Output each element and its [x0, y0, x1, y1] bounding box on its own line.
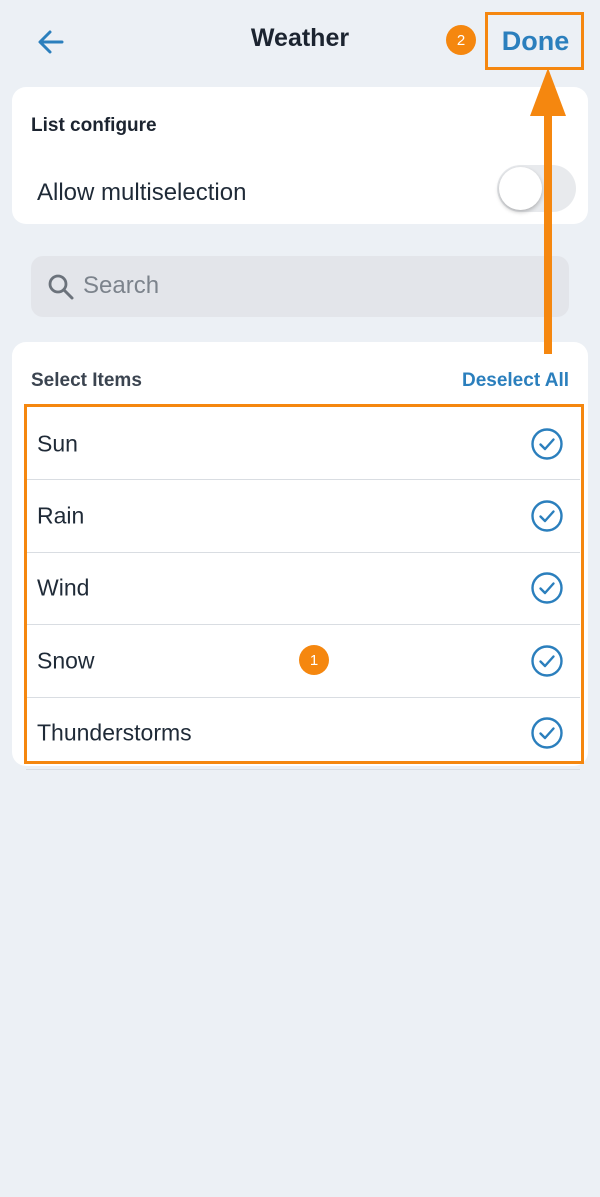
- weather-selection-screen: Weather Done List configure Allow multis…: [0, 0, 600, 1197]
- annotation-list-highlight: [24, 404, 584, 764]
- search-bar[interactable]: [31, 256, 569, 317]
- annotation-badge-2: 2: [446, 25, 476, 55]
- list-configure-card: List configure Allow multiselection: [12, 87, 588, 224]
- deselect-all-button[interactable]: Deselect All: [462, 370, 569, 392]
- multiselection-label: Allow multiselection: [37, 179, 247, 206]
- search-icon: [48, 274, 74, 300]
- list-configure-heading: List configure: [31, 115, 157, 136]
- annotation-badge-1: 1: [299, 645, 329, 675]
- select-items-heading: Select Items: [31, 370, 142, 391]
- annotation-done-highlight: [485, 12, 584, 70]
- annotation-arrow-up-icon: [530, 68, 566, 354]
- search-input[interactable]: [83, 266, 553, 306]
